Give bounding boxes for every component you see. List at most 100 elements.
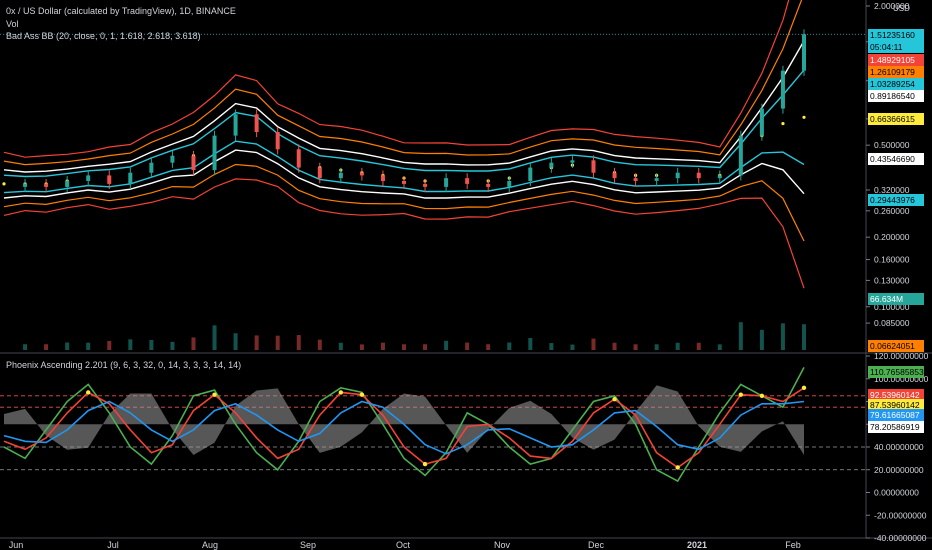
volume-bar — [759, 329, 764, 350]
chart-canvas: 2.0000001.4000000.9500000.6500000.500000… — [0, 0, 932, 550]
osc-histogram-area — [4, 385, 804, 455]
price-tick-label: 0.160000 — [874, 255, 910, 265]
volume-bar — [612, 342, 617, 350]
osc-price-label: 79.61665087 — [870, 410, 920, 420]
osc-price-label: 110.76585853 — [870, 367, 924, 377]
volume-label: Vol — [6, 19, 19, 29]
osc-price-label: 87.53960142 — [870, 400, 920, 410]
price-label: 0.89186540 — [870, 91, 915, 101]
volume-bar — [423, 344, 428, 350]
candle-body — [107, 175, 112, 184]
candle-body — [275, 132, 280, 150]
volume-bar — [675, 342, 680, 350]
price-tick-label: 0.200000 — [874, 232, 910, 242]
candle-body — [465, 178, 470, 184]
osc-tick-label: 0.00000000 — [874, 488, 919, 498]
osc-extreme-dot — [612, 397, 617, 402]
candle-body — [149, 162, 154, 173]
osc-extreme-dot — [86, 390, 91, 395]
osc-extreme-dot — [759, 393, 765, 399]
price-label: 1.26109179 — [870, 67, 915, 77]
volume-bar — [696, 342, 701, 350]
candle-body — [675, 172, 680, 179]
osc-tick-label: 120.00000000 — [874, 351, 929, 361]
volume-bar — [570, 344, 575, 350]
candle-body — [423, 183, 428, 187]
candle-body — [591, 160, 596, 173]
candle-body — [23, 183, 28, 187]
oscillator-pane — [0, 367, 866, 483]
time-tick-label: Nov — [494, 540, 511, 550]
candle-body — [654, 178, 659, 181]
mid-band-dot — [781, 121, 785, 126]
volume-bar — [107, 340, 112, 350]
volume-bar — [44, 344, 49, 350]
band-2618-lower — [3, 163, 805, 242]
volume-bar — [128, 339, 133, 350]
axes: 2.0000001.4000000.9500000.6500000.500000… — [9, 1, 929, 550]
osc-extreme-dot — [422, 461, 428, 467]
candle-body — [759, 108, 764, 136]
candle-body — [717, 175, 722, 179]
volume-bar — [717, 344, 722, 350]
price-tick-label: 0.500000 — [874, 140, 910, 150]
band-1618-lower — [3, 149, 805, 199]
volume-bar — [402, 344, 406, 350]
bb-indicator-label: Bad Ass BB (20, close, 0, 1, 1.618, 2.61… — [6, 31, 201, 41]
band-3618-lower — [3, 178, 805, 289]
candle-body — [86, 175, 91, 181]
volume-bar — [212, 325, 217, 350]
volume-bar — [528, 337, 533, 350]
volume-bar — [65, 342, 70, 350]
volume-bar — [444, 340, 449, 350]
volume-bar — [191, 337, 196, 350]
volume-bar — [507, 342, 512, 350]
time-tick-label: 2021 — [687, 540, 707, 550]
candle-body — [738, 135, 743, 176]
volume-bar — [380, 342, 385, 350]
time-tick-label: Feb — [785, 540, 801, 550]
price-label: 1.03289254 — [870, 79, 915, 89]
price-label: 0.06624051 — [870, 341, 915, 351]
oscillator-label: Phoenix Ascending 2.201 (9, 6, 3, 32, 0,… — [6, 360, 242, 370]
candle-body — [317, 167, 322, 179]
price-label: 0.43546690 — [870, 154, 915, 164]
volume-bar — [549, 343, 554, 350]
volume-bar — [86, 342, 91, 350]
osc-tick-label: -20.00000000 — [874, 510, 927, 520]
candle-body — [780, 70, 785, 109]
candle-body — [612, 172, 617, 179]
bollinger-bands — [2, 0, 806, 289]
candle-body — [802, 34, 806, 71]
candle-body — [65, 180, 70, 187]
osc-extreme-dot — [738, 392, 744, 397]
volume-bar — [275, 335, 280, 350]
volume-bar — [633, 344, 638, 350]
candle-body — [191, 155, 196, 171]
price-label: 0.66366615 — [870, 114, 915, 124]
symbol-title: 0x / US Dollar (calculated by TradingVie… — [6, 6, 236, 16]
osc-extreme-dot — [675, 465, 680, 470]
price-tick-label: 0.085000 — [874, 318, 910, 328]
candle-body — [338, 172, 343, 179]
candle-body — [633, 178, 638, 181]
time-tick-label: Oct — [396, 540, 411, 550]
candle-body — [296, 149, 301, 168]
band-3618-upper — [3, 0, 790, 158]
volume-bar — [149, 339, 154, 350]
price-label: 1.51235160 — [870, 30, 915, 40]
volume-bar — [359, 344, 364, 350]
volume-bar — [486, 344, 491, 350]
candle-body — [233, 114, 238, 136]
volume-bar — [233, 333, 238, 350]
mid-band-dot — [802, 115, 806, 119]
time-tick-label: Aug — [202, 540, 218, 550]
price-labels: 1.51235160 05:04:11 1.48929105 1.26109179 1.… — [868, 29, 924, 433]
candle-body — [128, 172, 133, 184]
volume-bar — [170, 341, 175, 350]
volume-bar — [338, 342, 343, 350]
time-tick-label: Jun — [9, 540, 24, 550]
volume-bar — [317, 339, 322, 350]
candle-body — [380, 175, 385, 181]
volume-bar — [738, 322, 743, 350]
